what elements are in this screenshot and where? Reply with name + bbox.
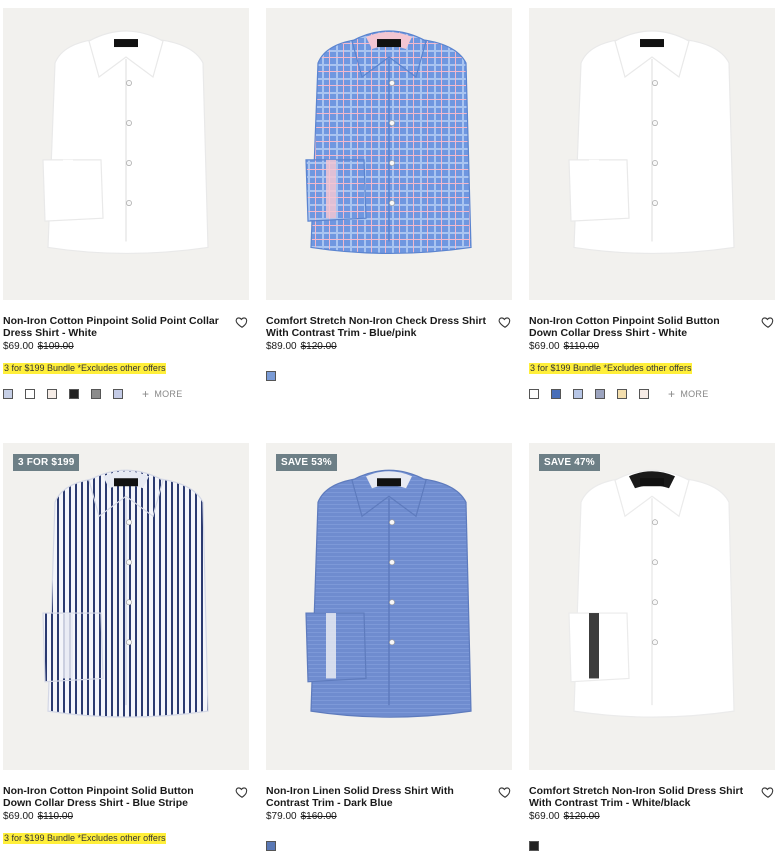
heart-icon[interactable]: [761, 785, 775, 799]
color-swatches: [266, 370, 288, 382]
more-label: MORE: [680, 389, 709, 399]
promo-label: 3 for $199 Bundle *Excludes other offers: [3, 833, 167, 844]
promo-label: 3 for $199 Bundle *Excludes other offers: [529, 363, 693, 374]
color-swatch[interactable]: [47, 389, 57, 399]
product-image[interactable]: [3, 8, 249, 300]
shirt-illustration: [529, 8, 775, 300]
color-swatch[interactable]: [69, 389, 79, 399]
product-image[interactable]: [266, 8, 512, 300]
color-swatch[interactable]: [266, 371, 276, 381]
heart-icon[interactable]: [235, 785, 249, 799]
product-price: $89.00 $120.00: [266, 341, 337, 353]
heart-outline: [761, 787, 774, 798]
original-price: $109.00: [37, 341, 74, 352]
product-price: $79.00 $160.00: [266, 811, 337, 823]
color-swatches: + MORE: [3, 387, 183, 401]
original-price: $160.00: [300, 811, 337, 822]
original-price: $110.00: [37, 811, 73, 822]
heart-outline: [235, 787, 248, 798]
promo-label: 3 for $199 Bundle *Excludes other offers: [3, 363, 167, 374]
discount-badge: SAVE 47%: [539, 454, 600, 471]
heart-icon[interactable]: [235, 315, 249, 329]
color-swatches: [266, 840, 288, 852]
heart-outline: [235, 317, 248, 328]
product-image[interactable]: [529, 8, 775, 300]
current-price: $79.00: [266, 811, 297, 822]
discount-badge: SAVE 53%: [276, 454, 337, 471]
product-price: $69.00 $109.00: [3, 341, 74, 353]
current-price: $69.00: [529, 811, 560, 822]
product-title[interactable]: Comfort Stretch Non-Iron Check Dress Shi…: [266, 315, 486, 339]
heart-outline: [761, 317, 774, 328]
color-swatch[interactable]: [529, 389, 539, 399]
product-price: $69.00 $110.00: [3, 811, 73, 823]
color-swatch[interactable]: [551, 389, 561, 399]
product-title[interactable]: Non-Iron Cotton Pinpoint Solid Button Do…: [529, 315, 749, 339]
product-price: $69.00 $120.00: [529, 811, 600, 823]
product-image[interactable]: SAVE 47%: [529, 443, 775, 770]
current-price: $69.00: [3, 811, 34, 822]
plus-icon: +: [142, 387, 150, 401]
shirt-illustration: [3, 443, 249, 770]
product-image[interactable]: SAVE 53%: [266, 443, 512, 770]
color-swatch[interactable]: [617, 389, 627, 399]
product-title[interactable]: Non-Iron Linen Solid Dress Shirt With Co…: [266, 785, 486, 809]
heart-outline: [498, 787, 511, 798]
color-swatch[interactable]: [595, 389, 605, 399]
product-image[interactable]: 3 FOR $199: [3, 443, 249, 770]
color-swatch[interactable]: [266, 841, 276, 851]
shirt-illustration: [529, 443, 775, 770]
product-price: $69.00 $110.00: [529, 341, 599, 353]
heart-icon[interactable]: [761, 315, 775, 329]
plus-icon: +: [668, 387, 676, 401]
discount-badge: 3 FOR $199: [13, 454, 80, 471]
original-price: $110.00: [563, 341, 599, 352]
shirt-illustration: [3, 8, 249, 300]
heart-icon[interactable]: [498, 315, 512, 329]
current-price: $89.00: [266, 341, 297, 352]
more-label: MORE: [154, 389, 183, 399]
original-price: $120.00: [563, 811, 600, 822]
heart-outline: [498, 317, 511, 328]
product-title[interactable]: Non-Iron Cotton Pinpoint Solid Point Col…: [3, 315, 223, 339]
color-swatches: + MORE: [529, 387, 709, 401]
shirt-illustration: [266, 443, 512, 770]
current-price: $69.00: [3, 341, 34, 352]
more-colors-button[interactable]: + MORE: [142, 387, 183, 401]
color-swatch[interactable]: [113, 389, 123, 399]
product-title[interactable]: Comfort Stretch Non-Iron Solid Dress Shi…: [529, 785, 749, 809]
color-swatch[interactable]: [91, 389, 101, 399]
color-swatch[interactable]: [639, 389, 649, 399]
color-swatches: [529, 840, 551, 852]
current-price: $69.00: [529, 341, 560, 352]
color-swatch[interactable]: [573, 389, 583, 399]
color-swatch[interactable]: [3, 389, 13, 399]
heart-icon[interactable]: [498, 785, 512, 799]
shirt-illustration: [266, 8, 512, 300]
more-colors-button[interactable]: + MORE: [668, 387, 709, 401]
product-title[interactable]: Non-Iron Cotton Pinpoint Solid Button Do…: [3, 785, 223, 809]
color-swatch[interactable]: [529, 841, 539, 851]
color-swatch[interactable]: [25, 389, 35, 399]
original-price: $120.00: [300, 341, 337, 352]
